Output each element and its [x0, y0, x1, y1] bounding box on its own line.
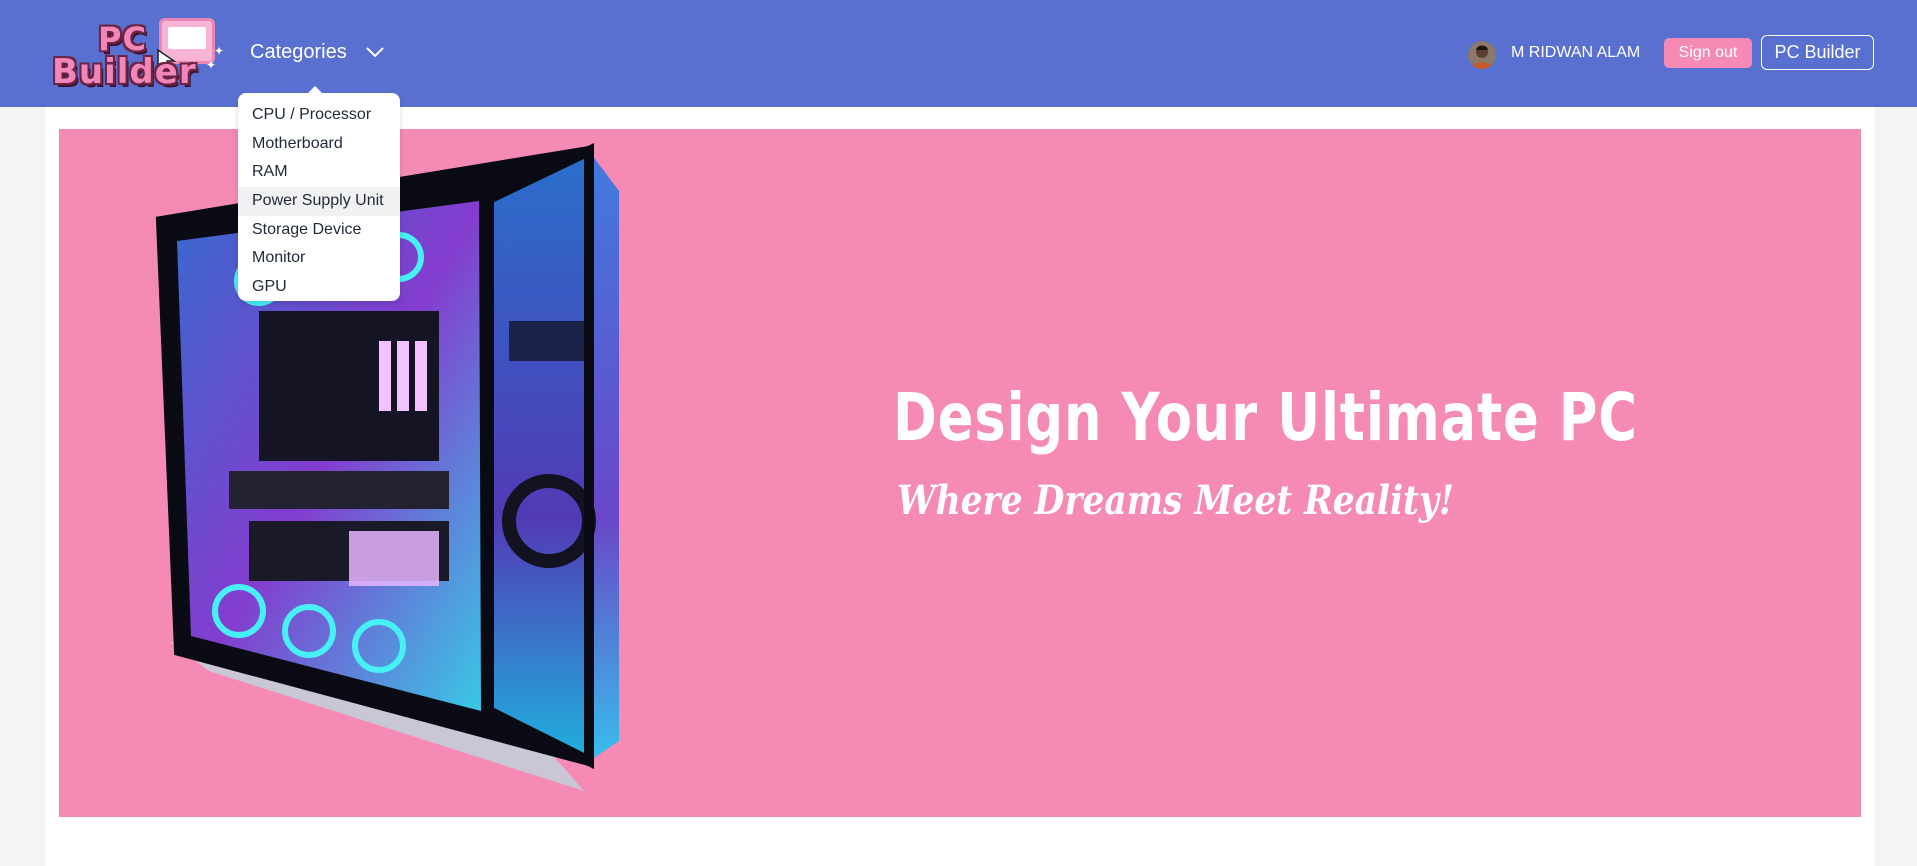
navbar: ✦ ✦ PC Builder Categories M RIDWAN ALAM …: [0, 0, 1917, 107]
pc-builder-button[interactable]: PC Builder: [1761, 35, 1874, 70]
category-item-ram[interactable]: RAM: [238, 158, 400, 187]
sign-out-button[interactable]: Sign out: [1664, 38, 1752, 68]
user-name: M RIDWAN ALAM: [1511, 44, 1641, 61]
logo-sparkle-icon: ✦: [206, 58, 217, 72]
category-item-gpu[interactable]: GPU: [238, 273, 400, 302]
site-logo[interactable]: ✦ ✦ PC Builder: [46, 14, 226, 92]
logo-text-builder: Builder: [52, 52, 197, 92]
chevron-down-icon: [366, 47, 384, 58]
user-avatar-icon: [1468, 41, 1496, 69]
category-item-cpu[interactable]: CPU / Processor: [238, 101, 400, 130]
category-item-motherboard[interactable]: Motherboard: [238, 130, 400, 159]
avatar[interactable]: [1468, 41, 1496, 69]
logo-sparkle-icon: ✦: [214, 44, 225, 58]
category-item-monitor[interactable]: Monitor: [238, 244, 400, 273]
hero-subtitle: Where Dreams Meet Reality!: [897, 477, 1454, 524]
categories-label: Categories: [250, 40, 347, 63]
categories-menu-toggle[interactable]: Categories: [250, 36, 385, 68]
categories-dropdown: CPU / Processor Motherboard RAM Power Su…: [238, 86, 400, 302]
gaming-pc-case-image: [155, 143, 619, 791]
hero-title: Design Your Ultimate PC: [893, 379, 1638, 456]
category-item-power-supply[interactable]: Power Supply Unit: [238, 187, 400, 216]
category-item-storage[interactable]: Storage Device: [238, 216, 400, 245]
